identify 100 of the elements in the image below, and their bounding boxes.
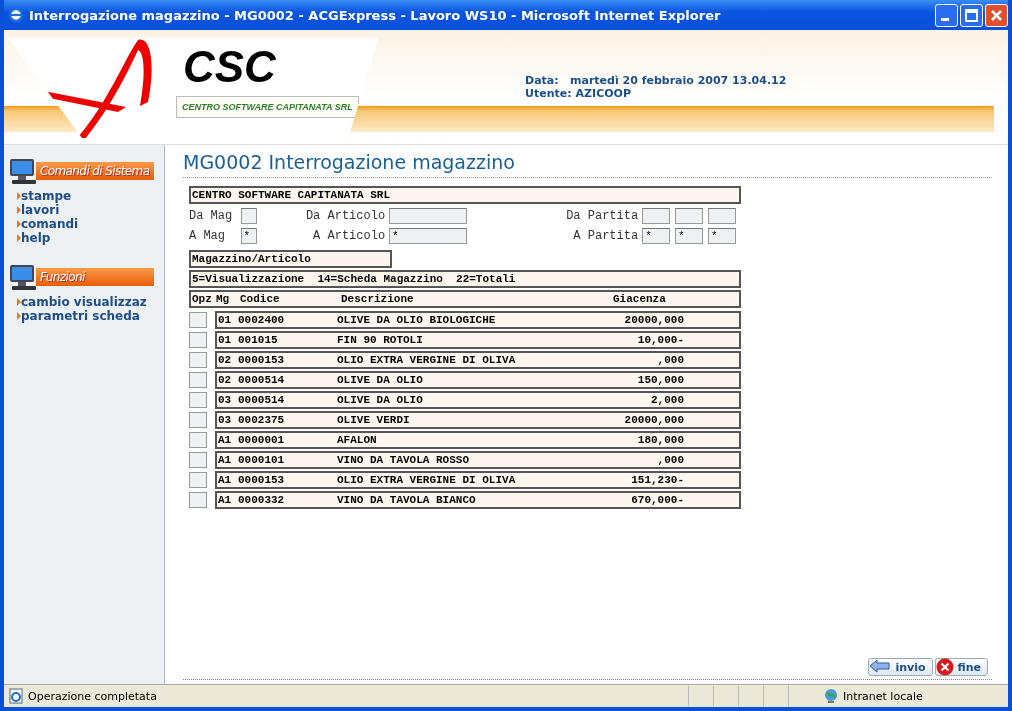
table-cell-text: 03 (218, 393, 233, 407)
option-input[interactable] (189, 452, 207, 468)
exit-button[interactable]: fine (934, 658, 988, 676)
page-icon (8, 688, 24, 704)
window-title: Interrogazione magazzino - MG0002 - ACGExpress - Lavoro WS10 - Microsoft Internet Explorer (29, 7, 721, 23)
table-cell-text: 02 (218, 353, 233, 367)
sidebar-link[interactable]: parametri scheda (8, 309, 164, 323)
field-label: A Articolo (312, 229, 386, 243)
input-field[interactable]: * (708, 228, 736, 244)
option-input[interactable] (189, 332, 207, 348)
status-message: Operazione completata (28, 689, 157, 703)
table-cell-text: 02 (218, 373, 233, 387)
input-field[interactable]: * (675, 228, 704, 244)
table-cell-text: 151,230- (630, 473, 684, 487)
close-icon (935, 658, 954, 676)
send-button[interactable]: invio (868, 658, 933, 676)
table-cell-text: OLIVE DA OLIO (337, 373, 424, 387)
option-input[interactable] (189, 392, 207, 408)
date-value: martedì 20 febbraio 2007 13.04.12 (570, 74, 787, 87)
table-cell-text: ,000 (656, 353, 684, 367)
table-cell-text: 0000153 (238, 473, 286, 487)
field-label: Da Articolo (304, 209, 386, 223)
table-cell-text: 01 (218, 313, 233, 327)
options-legend: 5=Visualizzazione 14=Scheda Magazzino 22=Totali (189, 270, 741, 288)
logo-text: CSC (183, 42, 276, 92)
close-button[interactable] (985, 3, 1008, 27)
table-cell-text: A1 (218, 433, 233, 447)
column-header: Descrizione (341, 292, 415, 306)
browser-icon (8, 7, 24, 23)
table-cell-text: OLIVE VERDI (337, 413, 411, 427)
option-input[interactable] (189, 372, 207, 388)
table-cell-text: VINO DA TAVOLA BIANCO (337, 493, 477, 507)
table-cell-text: 670,000- (630, 493, 684, 507)
input-field[interactable]: * (240, 228, 258, 244)
table-cell-text: OLIO EXTRA VERGINE DI OLIVA (337, 353, 517, 367)
option-input[interactable] (189, 312, 207, 328)
table-cell-text: 0002375 (238, 413, 286, 427)
sidebar-link[interactable]: lavori (8, 203, 164, 217)
table-cell-text: 0000001 (238, 433, 286, 447)
table-cell-text: ,000 (656, 453, 684, 467)
company-name: CENTRO SOFTWARE CAPITANATA SRL (189, 186, 741, 204)
view-label: Magazzino/Articolo (189, 250, 392, 268)
field-label: A Partita (572, 229, 639, 243)
table-cell-text: A1 (218, 453, 233, 467)
page-title: MG0002 Interrogazione magazzino (183, 151, 992, 178)
table-cell-text: VINO DA TAVOLA ROSSO (337, 453, 471, 467)
input-field[interactable]: * (389, 228, 467, 244)
sidebar-link[interactable]: cambio visualizzaz (8, 295, 164, 309)
table-cell-text: 150,000 (636, 373, 684, 387)
table-cell-text: FIN 90 ROTOLI (337, 333, 424, 347)
table-cell-text: 001015 (238, 333, 279, 347)
table-cell-text: 2,000 (650, 393, 684, 407)
sidebar-link[interactable]: stampe (8, 189, 164, 203)
user-value: AZICOOP (575, 87, 632, 100)
table-cell-text: AFALON (337, 433, 378, 447)
logo-subtitle: CENTRO SOFTWARE CAPITANATA SRL (176, 96, 359, 118)
globe-icon (823, 688, 839, 704)
user-label: Utente: (525, 87, 572, 100)
table-cell-text: 0000514 (238, 373, 286, 387)
column-header: Mg (216, 292, 231, 306)
table-cell-text: 0000332 (238, 493, 286, 507)
table-cell-text: A1 (218, 473, 233, 487)
input-field[interactable] (389, 208, 467, 224)
sidebar-section-title: Comandi di Sistema (36, 162, 154, 180)
table-cell-text: 0000514 (238, 393, 286, 407)
sidebar-link[interactable]: comandi (8, 217, 164, 231)
option-input[interactable] (189, 472, 207, 488)
table-cell-text: 180,000 (636, 433, 684, 447)
input-field[interactable] (642, 208, 671, 224)
field-label: Da Partita (565, 209, 639, 223)
column-header: Opz (192, 292, 213, 306)
input-field[interactable] (240, 208, 258, 224)
option-input[interactable] (189, 492, 207, 508)
table-cell-text: OLIVE DA OLIO BIOLOGICHE (337, 313, 497, 327)
sidebar-link[interactable]: help (8, 231, 164, 245)
field-label: Da Mag (189, 209, 234, 223)
minimize-icon (941, 17, 949, 21)
option-input[interactable] (189, 432, 207, 448)
table-cell-text: 0000153 (238, 353, 286, 367)
table-cell-text: 20000,000 (623, 413, 684, 427)
input-field[interactable] (675, 208, 704, 224)
date-label: Data: (525, 74, 560, 87)
field-label: A Mag (189, 229, 226, 243)
table-cell-text: OLIVE DA OLIO (337, 393, 424, 407)
minimize-button[interactable] (935, 3, 958, 27)
table-cell-text: 03 (218, 413, 233, 427)
security-zone: Intranet locale (843, 689, 924, 703)
option-input[interactable] (189, 412, 207, 428)
table-cell-text: OLIO EXTRA VERGINE DI OLIVA (337, 473, 517, 487)
input-field[interactable]: * (642, 228, 671, 244)
option-input[interactable] (189, 352, 207, 368)
column-header: Giacenza (613, 292, 667, 306)
table-cell-text: 0002400 (238, 313, 286, 327)
sidebar-section-title: Funzioni (36, 268, 154, 286)
table-cell-text: 10,000- (636, 333, 684, 347)
table-cell-text: 20000,000 (623, 313, 684, 327)
column-header: Codice (240, 292, 281, 306)
input-field[interactable] (708, 208, 736, 224)
arrow-icon (869, 659, 892, 675)
maximize-button[interactable] (960, 3, 983, 27)
